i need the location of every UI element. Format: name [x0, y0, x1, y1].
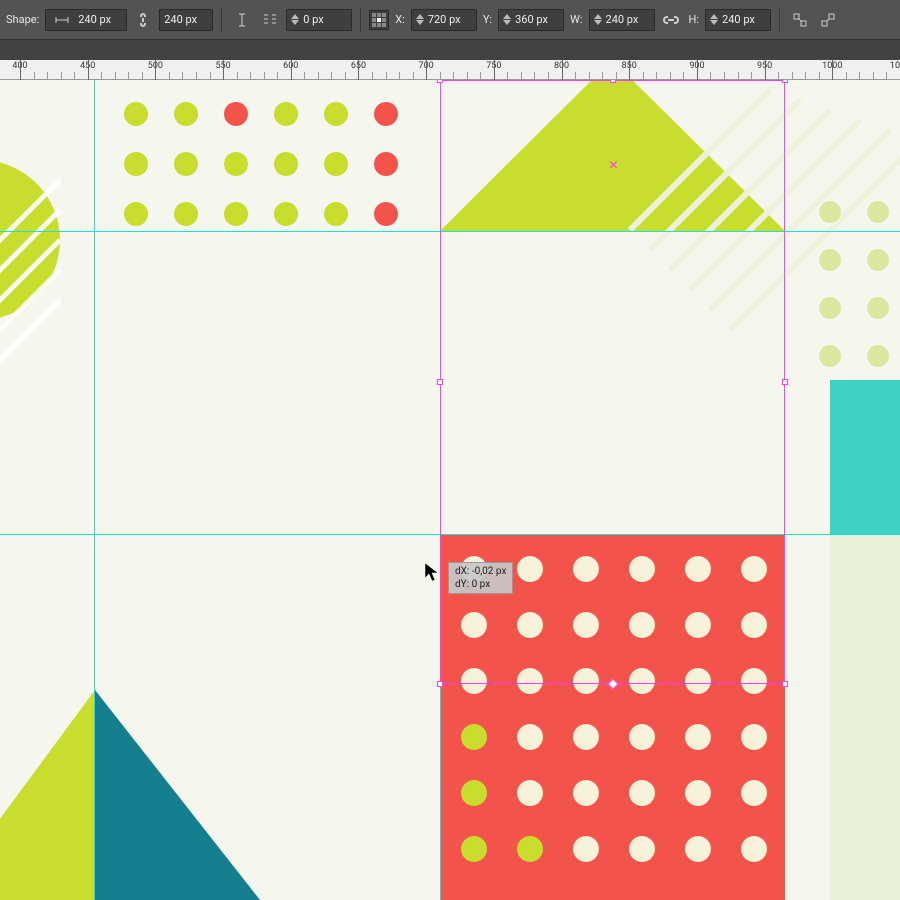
link-wh-icon-2[interactable]: [659, 8, 683, 32]
shape-height-value: 240 px: [164, 13, 208, 26]
separator: [360, 8, 361, 32]
h-label: H:: [687, 13, 702, 26]
angle-field[interactable]: 0 px: [286, 9, 352, 31]
angle-value: 0 px: [303, 13, 347, 26]
y-value: 360 px: [515, 13, 559, 26]
y-field[interactable]: 360 px: [498, 9, 564, 31]
y-label: Y:: [481, 13, 494, 26]
link-wh-icon[interactable]: [131, 8, 155, 32]
dy-label: dY:: [455, 579, 469, 590]
w-field[interactable]: 240 px: [589, 9, 655, 31]
canvas[interactable]: ✕ dX: -0,02 px dY: 0 px: [0, 80, 900, 900]
h-value: 240 px: [722, 13, 766, 26]
w-value: 240 px: [606, 13, 650, 26]
spinner-icon[interactable]: [291, 14, 299, 25]
x-label: X:: [393, 13, 407, 26]
dy-value: 0 px: [472, 579, 491, 590]
dx-value: -0,02 px: [472, 566, 507, 577]
horizontal-ruler[interactable]: 4004505005506006507007508008509009501000…: [0, 60, 900, 80]
align-edges-icon[interactable]: [788, 8, 812, 32]
x-field[interactable]: 720 px: [411, 9, 477, 31]
align-icon[interactable]: [258, 8, 282, 32]
width-icon: [50, 8, 74, 32]
separator: [221, 8, 222, 32]
spinner-icon[interactable]: [503, 14, 511, 25]
shape-width-value: 240 px: [78, 13, 122, 26]
shape-label: Shape:: [4, 13, 41, 26]
spinner-icon[interactable]: [710, 14, 718, 25]
options-bar: Shape: 240 px 240 px 0 px X: 720: [0, 0, 900, 40]
dx-label: dX:: [455, 566, 469, 577]
shape-width-field[interactable]: 240 px: [45, 9, 127, 31]
align-edges-icon-2[interactable]: [816, 8, 840, 32]
spinner-icon[interactable]: [416, 14, 424, 25]
w-label: W:: [568, 13, 584, 26]
measurement-tooltip: dX: -0,02 px dY: 0 px: [448, 562, 513, 594]
shape-height-field[interactable]: 240 px: [159, 9, 213, 31]
h-field[interactable]: 240 px: [705, 9, 771, 31]
x-value: 720 px: [428, 13, 472, 26]
height-icon: [230, 8, 254, 32]
separator: [779, 8, 780, 32]
reference-point-grid[interactable]: [369, 10, 389, 30]
spinner-icon[interactable]: [594, 14, 602, 25]
toolbar-under-strip: [0, 40, 900, 60]
